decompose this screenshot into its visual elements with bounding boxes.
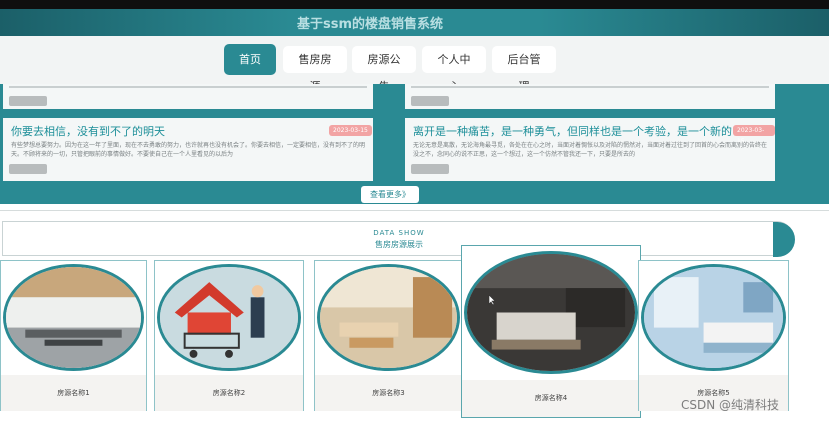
mouse-pointer-icon [488,295,496,306]
main-nav: 首页 售房房源 房源公告 个人中心 后台管理 [0,36,829,93]
nav-item-home[interactable]: 首页 [224,44,276,75]
read-more-tag[interactable] [411,164,449,174]
house-name[interactable]: 房源名称1 [1,375,146,411]
house-image-office[interactable] [3,264,144,371]
house-card[interactable]: 房源名称1 [0,260,147,411]
watermark: CSDN @纯清科技 [681,398,780,412]
news-excerpt: 有些梦想总要努力。因为在这一年了里面，现在不去勇敢的努力，也许就再也没有机会了。… [11,142,366,158]
news-card-partial-left[interactable] [3,84,373,109]
news-card[interactable]: 离开是一种痛苦，是一种勇气，但同样也是一个考验，是一个新的... 2023-03… [405,118,775,181]
house-card[interactable]: 房源名称5 [638,260,789,411]
divider [0,210,829,211]
nav-item-admin[interactable]: 后台管理 [492,46,556,93]
showcase-subtitle-en: DATA SHOW [373,229,425,237]
read-more-tag[interactable] [9,96,47,106]
nav-item-notices[interactable]: 房源公告 [352,46,416,93]
house-card[interactable]: 房源名称3 [314,260,463,411]
banner-cap [773,222,795,257]
news-text-line [411,86,769,88]
news-text-line [9,86,367,88]
site-title: 基于ssm的楼盘销售系统 [297,17,444,32]
read-more-tag[interactable] [411,96,449,106]
news-excerpt: 无论无意是离散，无论海角最寻觅，各处在在心之时，当面对着惆怅以及对陷的惘然对，当… [413,142,768,158]
house-card[interactable]: 房源名称2 [154,260,304,411]
read-more-tag[interactable] [9,164,47,174]
news-date-badge: 2023-03-15 [329,125,372,136]
house-image-living-room[interactable] [317,264,460,371]
house-name[interactable]: 房源名称3 [315,375,462,411]
house-name[interactable]: 房源名称4 [462,380,640,417]
news-title[interactable]: 你要去相信，没有到不了的明天 [11,123,165,139]
nav-item-profile[interactable]: 个人中心 [422,46,486,93]
news-card-partial-right[interactable] [405,84,775,109]
news-title[interactable]: 离开是一种痛苦，是一种勇气，但同样也是一个考验，是一个新的... [413,123,733,139]
house-image-kids-room[interactable] [641,264,786,371]
showcase-title: 售房房源展示 [375,240,423,249]
header: 基于ssm的楼盘销售系统 [0,9,829,36]
news-date-badge: 2023-03-15 [733,125,775,145]
nav-item-houses[interactable]: 售房房源 [283,46,347,93]
showcase-banner: DATA SHOW 售房房源展示 [2,221,795,257]
view-more-button[interactable]: 查看更多》 [361,186,419,203]
house-image-bedroom[interactable] [464,251,638,374]
news-card[interactable]: 你要去相信，没有到不了的明天 2023-03-15 有些梦想总要努力。因为在这一… [3,118,373,181]
house-image-cart[interactable] [157,264,301,371]
house-card-hovered[interactable]: 房源名称4 [461,245,641,418]
house-name[interactable]: 房源名称2 [155,375,303,411]
top-bar [0,0,829,9]
